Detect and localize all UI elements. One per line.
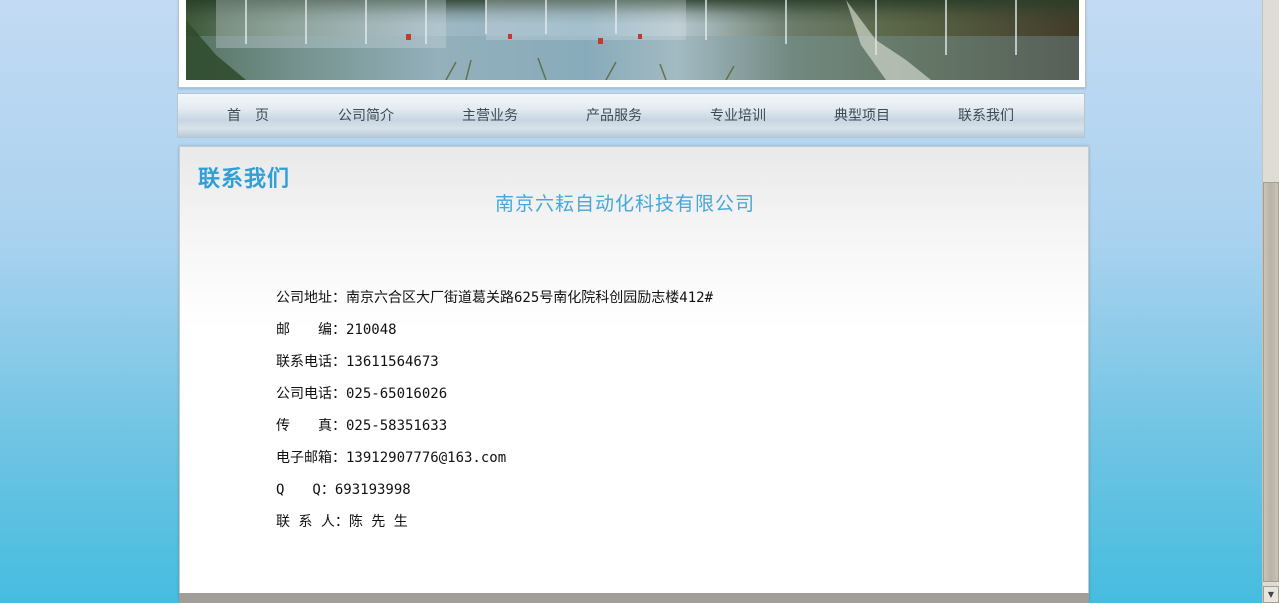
info-value: 陈 先 生 xyxy=(348,514,408,530)
info-value: 025-65016026 xyxy=(346,386,448,402)
banner xyxy=(178,0,1086,88)
info-label: 电子邮箱： xyxy=(276,450,346,466)
info-label: Q Q： xyxy=(276,482,335,498)
nav-item-home[interactable]: 首 页 xyxy=(198,105,298,125)
info-label: 联 系 人： xyxy=(276,514,349,530)
nav-item-contact[interactable]: 联系我们 xyxy=(936,105,1036,125)
info-row-phone: 公司电话：025-65016026 xyxy=(276,383,713,415)
contact-info-list: 公司地址：南京六合区大厂街道葛关路625号南化院科创园励志楼412# 邮 编：2… xyxy=(276,287,713,543)
company-name: 南京六耘自动化科技有限公司 xyxy=(494,193,755,215)
info-row-contact-person: 联 系 人：陈 先 生 xyxy=(276,511,713,543)
info-value: 13611564673 xyxy=(346,354,439,370)
nav-item-about[interactable]: 公司简介 xyxy=(316,105,416,125)
info-row-email: 电子邮箱：13912907776@163.com xyxy=(276,447,713,479)
nav-item-projects[interactable]: 典型项目 xyxy=(812,105,912,125)
info-label: 公司电话： xyxy=(276,386,346,402)
nav-item-products[interactable]: 产品服务 xyxy=(564,105,664,125)
info-value: 693193998 xyxy=(334,482,411,498)
info-value: 210048 xyxy=(346,322,397,338)
content-bottom-border xyxy=(179,593,1089,603)
content-panel: 联系我们 南京六耘自动化科技有限公司 公司地址：南京六合区大厂街道葛关路625号… xyxy=(179,146,1089,603)
info-label: 邮 编： xyxy=(276,322,346,338)
info-row-postcode: 邮 编：210048 xyxy=(276,319,713,351)
info-label: 公司地址： xyxy=(276,290,346,306)
info-value: 13912907776@163.com xyxy=(346,450,507,466)
nav-item-training[interactable]: 专业培训 xyxy=(688,105,788,125)
info-label: 联系电话： xyxy=(276,354,346,370)
main-nav: 首 页 公司简介 主营业务 产品服务 专业培训 典型项目 联系我们 xyxy=(177,93,1085,138)
info-label: 传 真： xyxy=(276,418,346,434)
info-row-address: 公司地址：南京六合区大厂街道葛关路625号南化院科创园励志楼412# xyxy=(276,287,713,319)
page: 首 页 公司简介 主营业务 产品服务 专业培训 典型项目 联系我们 联系我们 南… xyxy=(0,0,1262,603)
info-value: 025-58351633 xyxy=(346,418,448,434)
info-value: 南京六合区大厂街道葛关路625号南化院科创园励志楼412# xyxy=(346,290,713,306)
vertical-scrollbar[interactable]: ▼ xyxy=(1262,0,1279,603)
scroll-thumb[interactable] xyxy=(1263,182,1279,582)
info-row-mobile: 联系电话：13611564673 xyxy=(276,351,713,383)
info-row-fax: 传 真：025-58351633 xyxy=(276,415,713,447)
triangle-down-icon[interactable]: ▼ xyxy=(1263,586,1279,603)
banner-image xyxy=(186,0,1079,80)
nav-item-business[interactable]: 主营业务 xyxy=(440,105,540,125)
info-row-qq: Q Q：693193998 xyxy=(276,479,713,511)
